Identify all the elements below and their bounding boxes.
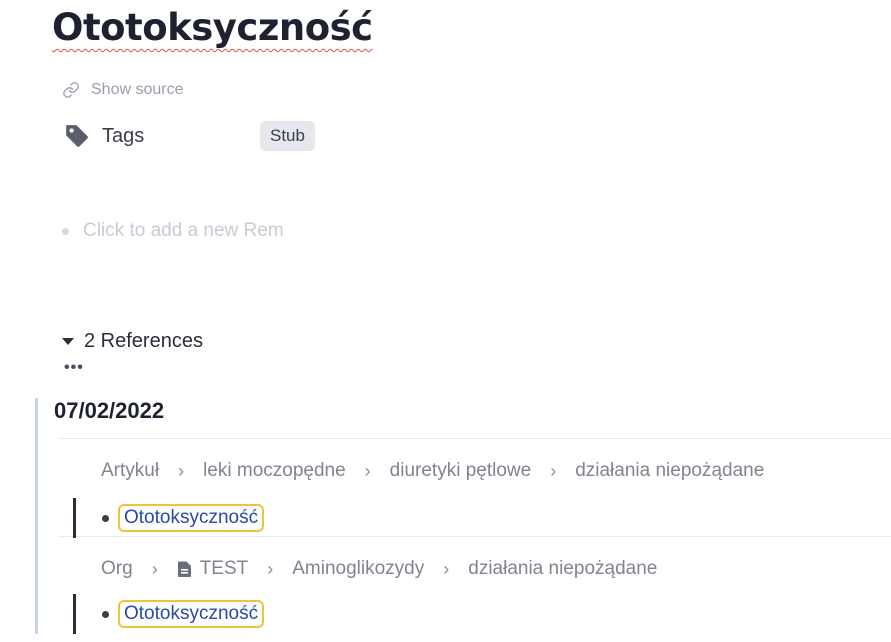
show-source-button[interactable]: Show source bbox=[62, 78, 184, 102]
breadcrumb-item[interactable]: działania niepożądane bbox=[468, 558, 657, 580]
tags-label: Tags bbox=[102, 124, 145, 147]
new-rem-placeholder: Click to add a new Rem bbox=[83, 220, 284, 241]
breadcrumb-item[interactable]: Aminoglikozydy bbox=[292, 558, 424, 580]
breadcrumb-item[interactable]: diuretyki pętlowe bbox=[390, 460, 532, 482]
reference-row: Ototoksyczność bbox=[73, 594, 265, 634]
breadcrumb-separator: › bbox=[443, 558, 450, 579]
breadcrumb: Org › TEST › Aminoglikozydy › działania … bbox=[101, 556, 657, 582]
caret-down-icon bbox=[62, 337, 74, 345]
breadcrumb-item[interactable]: Artykuł bbox=[101, 460, 159, 482]
breadcrumb-item[interactable]: leki moczopędne bbox=[203, 460, 346, 482]
rem-reference-link[interactable]: Ototoksyczność bbox=[118, 504, 265, 532]
breadcrumb-separator: › bbox=[550, 460, 557, 481]
link-icon bbox=[63, 82, 79, 98]
tags-row: Tags Stub bbox=[64, 120, 315, 152]
divider bbox=[58, 438, 891, 439]
bullet-icon bbox=[102, 514, 109, 522]
breadcrumb-separator: › bbox=[267, 558, 274, 579]
bullet-icon bbox=[102, 610, 109, 618]
page-title[interactable]: Ototoksyczność bbox=[52, 6, 373, 49]
reference-row: Ototoksyczność bbox=[73, 498, 265, 538]
tag-icon bbox=[66, 125, 88, 147]
breadcrumb-separator: › bbox=[151, 558, 158, 579]
breadcrumb-item[interactable]: TEST bbox=[200, 558, 249, 580]
rem-reference-link[interactable]: Ototoksyczność bbox=[118, 600, 265, 628]
bullet-icon bbox=[62, 227, 69, 235]
breadcrumb-separator: › bbox=[364, 460, 371, 481]
show-source-label: Show source bbox=[91, 81, 184, 98]
references-count-label: 2 References bbox=[84, 329, 203, 352]
breadcrumb-item[interactable]: działania niepożądane bbox=[575, 460, 764, 482]
new-rem-input[interactable]: Click to add a new Rem bbox=[62, 219, 284, 243]
breadcrumb: Artykuł › leki moczopędne › diuretyki pę… bbox=[101, 458, 764, 484]
tag-badge-stub[interactable]: Stub bbox=[260, 121, 315, 151]
more-options-icon[interactable]: ••• bbox=[64, 360, 84, 376]
document-icon bbox=[177, 561, 191, 577]
reference-date-heading[interactable]: 07/02/2022 bbox=[54, 398, 164, 424]
references-group: 07/02/2022 Artykuł › leki moczopędne › d… bbox=[35, 398, 891, 634]
breadcrumb-item[interactable]: Org bbox=[101, 558, 133, 580]
references-toggle[interactable]: 2 References bbox=[62, 328, 203, 354]
breadcrumb-separator: › bbox=[178, 460, 185, 481]
